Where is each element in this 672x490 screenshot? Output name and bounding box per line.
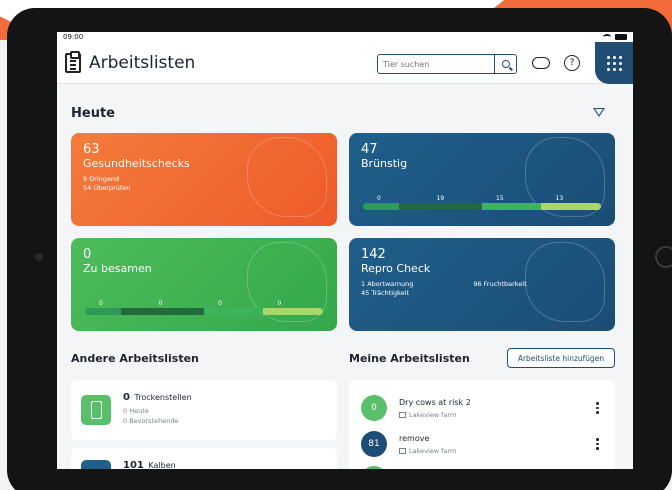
list-badge: 0 — [361, 395, 387, 421]
list-name: Kalben — [148, 461, 176, 469]
bottle-icon — [81, 395, 111, 425]
list-count: 0 — [123, 392, 130, 403]
card-line: 45 Trächtigkeit — [361, 289, 410, 297]
apps-grid-button[interactable] — [595, 42, 633, 84]
list-name: Dry cows at risk 2 — [399, 398, 471, 407]
help-icon[interactable]: ? — [564, 55, 580, 71]
ultrasound-icon — [525, 242, 605, 322]
app-header: Arbeitslisten ? — [57, 42, 633, 84]
wifi-icon — [603, 34, 611, 40]
page-title: Arbeitslisten — [89, 52, 196, 73]
list-item[interactable]: 0 Dry cows at risk 2 Lakeview farm — [357, 392, 607, 428]
today-title: Heute — [71, 106, 115, 121]
list-line: 0 Bevorstehende — [123, 417, 179, 425]
filter-icon[interactable] — [593, 108, 605, 117]
farm-icon — [399, 412, 406, 418]
list-line: 0 Heute — [123, 407, 149, 415]
card-line: 1 Abortwarnung — [361, 280, 414, 288]
search-input[interactable] — [378, 55, 494, 73]
bar-values: 0 19 15 13 — [377, 195, 564, 202]
battery-icon — [615, 34, 627, 40]
farm-name: Lakeview farm — [409, 411, 457, 419]
more-options-icon[interactable] — [596, 402, 599, 416]
search-box — [377, 54, 517, 74]
other-lists-title: Andere Arbeitslisten — [71, 352, 199, 365]
card-line: 96 Fruchtbarkeit — [473, 280, 527, 288]
heart-pulse-icon — [247, 137, 327, 217]
list-count: 101 — [123, 460, 144, 469]
more-options-icon[interactable] — [596, 438, 599, 452]
camera-icon — [35, 253, 43, 261]
my-lists-title: Meine Arbeitslisten — [349, 352, 470, 365]
list-item-kalben[interactable]: 101 Kalben — [71, 448, 337, 469]
list-item[interactable]: 81 remove Lakeview farm — [357, 428, 607, 464]
status-time: 09:00 — [63, 33, 84, 41]
home-button[interactable] — [655, 246, 672, 268]
clipboard-icon — [65, 50, 81, 73]
progress-bar — [85, 308, 323, 315]
list-name: Trockenstellen — [134, 393, 192, 402]
list-badge: 81 — [361, 431, 387, 457]
search-button[interactable] — [494, 55, 516, 73]
search-icon — [501, 60, 510, 68]
card-repro-check[interactable]: 142 Repro Check 1 Abortwarnung 45 Trächt… — [349, 238, 615, 331]
farm-icon — [399, 448, 406, 454]
cloud-sync-icon[interactable] — [532, 57, 550, 69]
app-screen: 09:00 Arbeitslisten ? Heute 63 Gesundhei… — [57, 32, 633, 469]
status-bar: 09:00 — [57, 32, 633, 42]
farm-name: Lakeview farm — [409, 447, 457, 455]
bar-values: 0 0 0 0 — [99, 300, 282, 307]
card-to-inseminate[interactable]: 0 Zu besamen 0 0 0 0 — [71, 238, 337, 331]
card-in-heat[interactable]: 47 Brünstig 0 19 15 13 — [349, 133, 615, 226]
add-worklist-button[interactable]: Arbeitsliste hinzufügen — [507, 348, 615, 368]
list-name: remove — [399, 434, 430, 443]
calving-icon — [81, 460, 111, 469]
list-badge — [361, 466, 387, 469]
card-health-checks[interactable]: 63 Gesundheitschecks 9 Dringend 54 Überp… — [71, 133, 337, 226]
progress-bar — [363, 203, 601, 210]
list-item-trockenstellen[interactable]: 0 Trockenstellen 0 Heute 0 Bevorstehende — [71, 380, 337, 440]
my-lists-panel: 0 Dry cows at risk 2 Lakeview farm 81 re… — [349, 380, 615, 469]
